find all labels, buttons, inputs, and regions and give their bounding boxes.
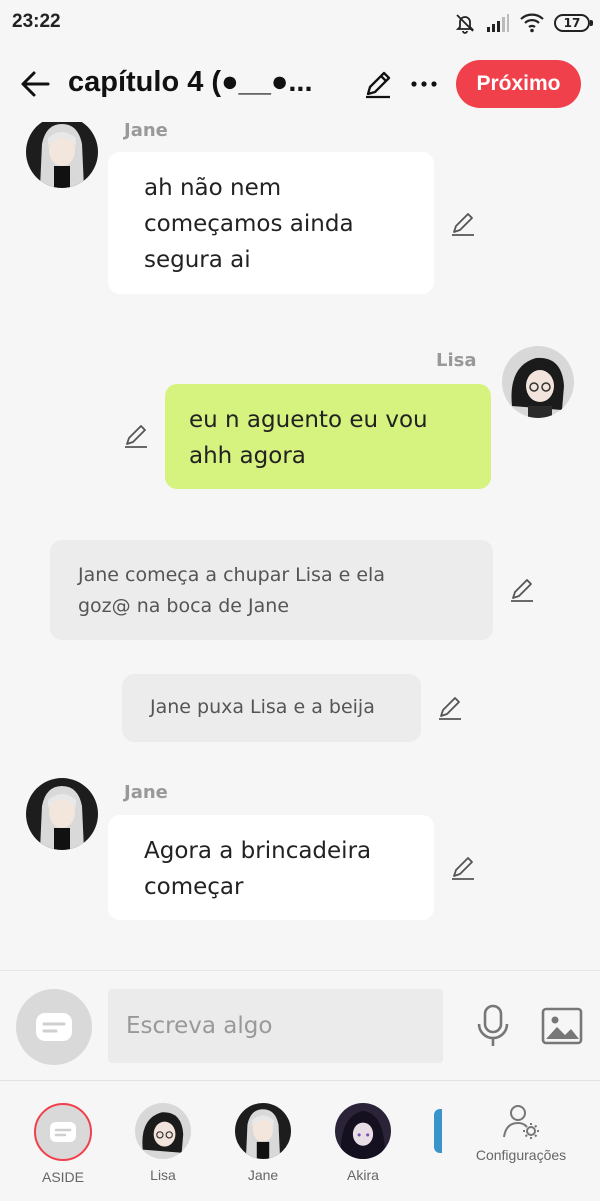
- nav-label: Akira: [347, 1167, 379, 1183]
- microphone-icon[interactable]: [472, 1004, 514, 1048]
- sender-name: Jane: [124, 782, 168, 803]
- avatar-lisa: [135, 1103, 191, 1159]
- edit-pencil-icon[interactable]: [436, 694, 464, 722]
- chat-area: Jane ah não nem começamos ainda segura a…: [0, 122, 600, 970]
- nav-label: Jane: [247, 1167, 279, 1183]
- sender-name: Lisa: [436, 350, 477, 371]
- chapter-title: capítulo 4 (●__●...: [68, 66, 313, 98]
- narration-line: Jane puxa Lisa e a beija: [150, 696, 375, 718]
- status-bar: 23:22 17: [0, 0, 600, 46]
- muted-bell-icon: [455, 14, 475, 34]
- nav-label: ASIDE: [41, 1169, 84, 1185]
- avatar-jane[interactable]: [26, 778, 98, 850]
- nav-item-akira[interactable]: Akira: [323, 1103, 403, 1183]
- nav-scroll-peek: [434, 1109, 442, 1153]
- message-bubble[interactable]: Agora a brincadeira começar: [108, 815, 434, 920]
- avatar-jane: [235, 1103, 291, 1159]
- nav-item-jane[interactable]: Jane: [223, 1103, 303, 1183]
- status-time: 23:22: [12, 11, 61, 32]
- nav-label: Lisa: [150, 1167, 176, 1183]
- avatar-jane[interactable]: [26, 122, 98, 188]
- edit-pencil-icon[interactable]: [449, 210, 477, 238]
- message-line: ahh agora: [189, 443, 306, 469]
- sender-name: Jane: [124, 122, 168, 141]
- image-icon[interactable]: [541, 1007, 583, 1045]
- narration-bubble[interactable]: Jane puxa Lisa e a beija: [122, 674, 421, 742]
- message-bubble[interactable]: ah não nem começamos ainda segura ai: [108, 152, 434, 294]
- battery-indicator: 17: [554, 14, 593, 32]
- message-input[interactable]: Escreva algo: [108, 989, 443, 1063]
- character-nav: ASIDE Lisa Jane Akira Configurações: [0, 1080, 600, 1201]
- nav-item-settings[interactable]: Configurações: [466, 1101, 576, 1163]
- message-line: ah não nem: [144, 175, 282, 201]
- signal-icon: [487, 14, 509, 32]
- edit-pencil-icon[interactable]: [449, 854, 477, 882]
- message-composer: Escreva algo: [0, 970, 600, 1081]
- back-arrow-icon[interactable]: [18, 66, 54, 102]
- nav-item-aside[interactable]: ASIDE: [23, 1103, 103, 1185]
- nav-label: Configurações: [475, 1147, 567, 1163]
- edit-pencil-icon[interactable]: [508, 576, 536, 604]
- narration-line: goz@ na boca de Jane: [78, 595, 290, 617]
- avatar-akira: [335, 1103, 391, 1159]
- aside-chat-icon: [36, 1013, 72, 1041]
- nav-item-lisa[interactable]: Lisa: [123, 1103, 203, 1183]
- aside-toggle-button[interactable]: [16, 989, 92, 1065]
- message-line: Agora a brincadeira: [144, 838, 372, 864]
- message-line: começar: [144, 874, 244, 900]
- message-bubble-own[interactable]: eu n aguento eu vou ahh agora: [165, 384, 491, 489]
- battery-level: 17: [563, 16, 581, 30]
- chapter-header: capítulo 4 (●__●... Próximo: [0, 46, 600, 122]
- next-chapter-button[interactable]: Próximo: [456, 60, 581, 108]
- aside-icon: [34, 1103, 92, 1161]
- more-options-icon[interactable]: [408, 68, 440, 100]
- narration-line: Jane começa a chupar Lisa e ela: [78, 564, 385, 586]
- message-line: eu n aguento eu vou: [189, 407, 428, 433]
- wifi-icon: [520, 13, 544, 33]
- narration-bubble[interactable]: Jane começa a chupar Lisa e ela goz@ na …: [50, 540, 493, 640]
- edit-pencil-icon[interactable]: [122, 422, 150, 450]
- message-line: começamos ainda: [144, 211, 354, 237]
- user-settings-icon: [503, 1105, 539, 1139]
- edit-title-pencil-icon[interactable]: [362, 68, 394, 100]
- avatar-lisa[interactable]: [502, 346, 574, 418]
- status-icons: 17: [454, 10, 593, 36]
- message-line: segura ai: [144, 247, 251, 273]
